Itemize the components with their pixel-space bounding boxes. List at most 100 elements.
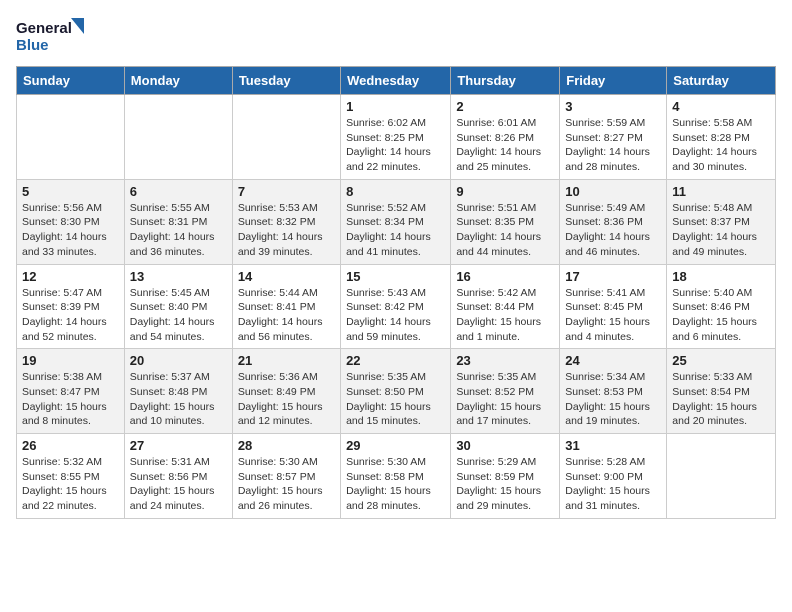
day-number: 8 xyxy=(346,184,445,199)
day-number: 6 xyxy=(130,184,227,199)
calendar-cell: 24 Sunrise: 5:34 AM Sunset: 8:53 PM Dayli… xyxy=(560,349,667,434)
day-detail: Sunrise: 5:41 AM Sunset: 8:45 PM Dayligh… xyxy=(565,286,661,345)
calendar-body: 1 Sunrise: 6:02 AM Sunset: 8:25 PM Daylig… xyxy=(17,95,776,519)
day-detail: Sunrise: 5:34 AM Sunset: 8:53 PM Dayligh… xyxy=(565,370,661,429)
day-detail: Sunrise: 5:31 AM Sunset: 8:56 PM Dayligh… xyxy=(130,455,227,514)
calendar-cell: 21 Sunrise: 5:36 AM Sunset: 8:49 PM Dayli… xyxy=(232,349,340,434)
day-detail: Sunrise: 5:42 AM Sunset: 8:44 PM Dayligh… xyxy=(456,286,554,345)
day-number: 9 xyxy=(456,184,554,199)
day-detail: Sunrise: 5:33 AM Sunset: 8:54 PM Dayligh… xyxy=(672,370,770,429)
day-detail: Sunrise: 5:52 AM Sunset: 8:34 PM Dayligh… xyxy=(346,201,445,260)
calendar-cell: 17Sunrise: 5:41 AM Sunset: 8:45 PM Dayli… xyxy=(560,264,667,349)
calendar-cell: 5 Sunrise: 5:56 AM Sunset: 8:30 PM Daylig… xyxy=(17,179,125,264)
day-number: 11 xyxy=(672,184,770,199)
calendar-cell: 7 Sunrise: 5:53 AM Sunset: 8:32 PM Daylig… xyxy=(232,179,340,264)
calendar-cell xyxy=(17,95,125,180)
weekday-header-cell: Sunday xyxy=(17,67,125,95)
day-detail: Sunrise: 5:35 AM Sunset: 8:50 PM Dayligh… xyxy=(346,370,445,429)
day-detail: Sunrise: 5:37 AM Sunset: 8:48 PM Dayligh… xyxy=(130,370,227,429)
day-number: 27 xyxy=(130,438,227,453)
day-detail: Sunrise: 5:36 AM Sunset: 8:49 PM Dayligh… xyxy=(238,370,335,429)
day-number: 20 xyxy=(130,353,227,368)
weekday-header-cell: Monday xyxy=(124,67,232,95)
header: GeneralBlue xyxy=(16,16,776,56)
day-detail: Sunrise: 5:28 AM Sunset: 9:00 PM Dayligh… xyxy=(565,455,661,514)
logo: GeneralBlue xyxy=(16,16,86,56)
calendar-cell xyxy=(667,434,776,519)
day-number: 30 xyxy=(456,438,554,453)
calendar-week-row: 26Sunrise: 5:32 AM Sunset: 8:55 PM Dayli… xyxy=(17,434,776,519)
calendar-cell: 19Sunrise: 5:38 AM Sunset: 8:47 PM Dayli… xyxy=(17,349,125,434)
day-detail: Sunrise: 5:38 AM Sunset: 8:47 PM Dayligh… xyxy=(22,370,119,429)
day-number: 23 xyxy=(456,353,554,368)
day-number: 22 xyxy=(346,353,445,368)
weekday-header-cell: Tuesday xyxy=(232,67,340,95)
calendar-cell: 27 Sunrise: 5:31 AM Sunset: 8:56 PM Dayli… xyxy=(124,434,232,519)
day-detail: Sunrise: 6:02 AM Sunset: 8:25 PM Dayligh… xyxy=(346,116,445,175)
calendar-cell: 31 Sunrise: 5:28 AM Sunset: 9:00 PM Dayli… xyxy=(560,434,667,519)
day-detail: Sunrise: 5:30 AM Sunset: 8:57 PM Dayligh… xyxy=(238,455,335,514)
day-detail: Sunrise: 5:59 AM Sunset: 8:27 PM Dayligh… xyxy=(565,116,661,175)
calendar-cell: 3 Sunrise: 5:59 AM Sunset: 8:27 PM Daylig… xyxy=(560,95,667,180)
day-detail: Sunrise: 5:35 AM Sunset: 8:52 PM Dayligh… xyxy=(456,370,554,429)
day-number: 12 xyxy=(22,269,119,284)
calendar-week-row: 12Sunrise: 5:47 AM Sunset: 8:39 PM Dayli… xyxy=(17,264,776,349)
calendar-cell: 23 Sunrise: 5:35 AM Sunset: 8:52 PM Dayli… xyxy=(451,349,560,434)
day-number: 4 xyxy=(672,99,770,114)
day-number: 13 xyxy=(130,269,227,284)
day-number: 31 xyxy=(565,438,661,453)
day-detail: Sunrise: 5:44 AM Sunset: 8:41 PM Dayligh… xyxy=(238,286,335,345)
calendar-cell: 22 Sunrise: 5:35 AM Sunset: 8:50 PM Dayli… xyxy=(341,349,451,434)
calendar-cell: 30Sunrise: 5:29 AM Sunset: 8:59 PM Dayli… xyxy=(451,434,560,519)
day-number: 25 xyxy=(672,353,770,368)
day-detail: Sunrise: 5:40 AM Sunset: 8:46 PM Dayligh… xyxy=(672,286,770,345)
calendar-cell: 18 Sunrise: 5:40 AM Sunset: 8:46 PM Dayli… xyxy=(667,264,776,349)
day-detail: Sunrise: 5:45 AM Sunset: 8:40 PM Dayligh… xyxy=(130,286,227,345)
calendar-table: SundayMondayTuesdayWednesdayThursdayFrid… xyxy=(16,66,776,519)
calendar-cell: 10 Sunrise: 5:49 AM Sunset: 8:36 PM Dayli… xyxy=(560,179,667,264)
calendar-cell: 28 Sunrise: 5:30 AM Sunset: 8:57 PM Dayli… xyxy=(232,434,340,519)
calendar-cell: 8 Sunrise: 5:52 AM Sunset: 8:34 PM Daylig… xyxy=(341,179,451,264)
calendar-cell xyxy=(124,95,232,180)
day-number: 21 xyxy=(238,353,335,368)
weekday-header-cell: Wednesday xyxy=(341,67,451,95)
day-number: 16 xyxy=(456,269,554,284)
calendar-cell: 12Sunrise: 5:47 AM Sunset: 8:39 PM Dayli… xyxy=(17,264,125,349)
day-number: 3 xyxy=(565,99,661,114)
day-number: 2 xyxy=(456,99,554,114)
day-detail: Sunrise: 5:56 AM Sunset: 8:30 PM Dayligh… xyxy=(22,201,119,260)
day-detail: Sunrise: 6:01 AM Sunset: 8:26 PM Dayligh… xyxy=(456,116,554,175)
calendar-week-row: 1 Sunrise: 6:02 AM Sunset: 8:25 PM Daylig… xyxy=(17,95,776,180)
day-number: 29 xyxy=(346,438,445,453)
day-detail: Sunrise: 5:51 AM Sunset: 8:35 PM Dayligh… xyxy=(456,201,554,260)
calendar-cell: 1 Sunrise: 6:02 AM Sunset: 8:25 PM Daylig… xyxy=(341,95,451,180)
calendar-cell: 29 Sunrise: 5:30 AM Sunset: 8:58 PM Dayli… xyxy=(341,434,451,519)
day-detail: Sunrise: 5:58 AM Sunset: 8:28 PM Dayligh… xyxy=(672,116,770,175)
calendar-cell: 20 Sunrise: 5:37 AM Sunset: 8:48 PM Dayli… xyxy=(124,349,232,434)
day-number: 14 xyxy=(238,269,335,284)
calendar-cell: 15Sunrise: 5:43 AM Sunset: 8:42 PM Dayli… xyxy=(341,264,451,349)
day-detail: Sunrise: 5:53 AM Sunset: 8:32 PM Dayligh… xyxy=(238,201,335,260)
day-detail: Sunrise: 5:30 AM Sunset: 8:58 PM Dayligh… xyxy=(346,455,445,514)
day-number: 18 xyxy=(672,269,770,284)
calendar-cell xyxy=(232,95,340,180)
day-number: 5 xyxy=(22,184,119,199)
calendar-cell: 2 Sunrise: 6:01 AM Sunset: 8:26 PM Daylig… xyxy=(451,95,560,180)
day-number: 10 xyxy=(565,184,661,199)
day-number: 1 xyxy=(346,99,445,114)
day-number: 28 xyxy=(238,438,335,453)
calendar-cell: 11 Sunrise: 5:48 AM Sunset: 8:37 PM Dayli… xyxy=(667,179,776,264)
weekday-header-cell: Friday xyxy=(560,67,667,95)
calendar-cell: 6Sunrise: 5:55 AM Sunset: 8:31 PM Daylig… xyxy=(124,179,232,264)
logo-svg: GeneralBlue xyxy=(16,16,86,56)
calendar-week-row: 19Sunrise: 5:38 AM Sunset: 8:47 PM Dayli… xyxy=(17,349,776,434)
day-detail: Sunrise: 5:43 AM Sunset: 8:42 PM Dayligh… xyxy=(346,286,445,345)
svg-text:Blue: Blue xyxy=(16,37,49,54)
calendar-week-row: 5 Sunrise: 5:56 AM Sunset: 8:30 PM Daylig… xyxy=(17,179,776,264)
calendar-cell: 13 Sunrise: 5:45 AM Sunset: 8:40 PM Dayli… xyxy=(124,264,232,349)
day-number: 7 xyxy=(238,184,335,199)
weekday-header-cell: Saturday xyxy=(667,67,776,95)
day-detail: Sunrise: 5:48 AM Sunset: 8:37 PM Dayligh… xyxy=(672,201,770,260)
day-detail: Sunrise: 5:49 AM Sunset: 8:36 PM Dayligh… xyxy=(565,201,661,260)
day-number: 24 xyxy=(565,353,661,368)
